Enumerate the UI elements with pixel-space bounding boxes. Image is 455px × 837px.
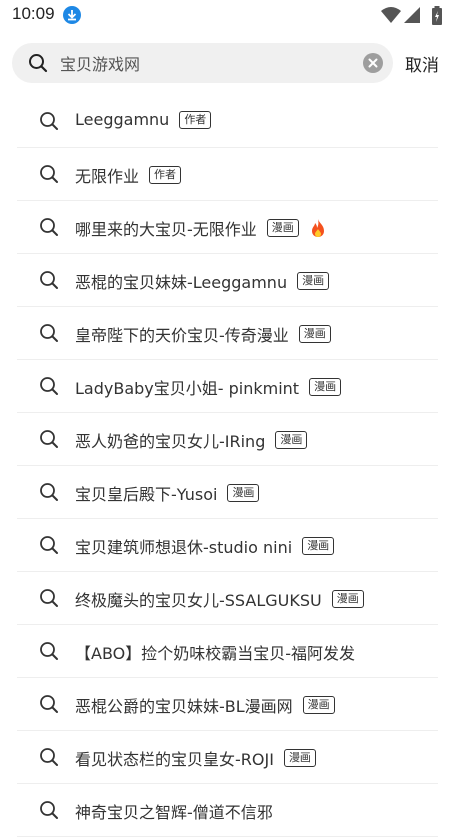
suggestion-text-wrap: 【ABO】捡个奶味校霸当宝贝-福阿发发 (75, 640, 355, 664)
status-time: 10:09 (12, 4, 55, 23)
search-icon (40, 218, 58, 236)
suggestion-item[interactable]: 无限作业 作者 (17, 148, 438, 201)
suggestion-text-wrap: 宝贝皇后殿下-Yusoi 漫画 (75, 481, 260, 505)
clear-search-button[interactable] (363, 53, 383, 73)
search-icon (40, 483, 58, 501)
download-icon (63, 6, 81, 24)
search-icon (40, 589, 58, 607)
suggestion-item[interactable]: 看见状态栏的宝贝皇女-ROJI 漫画 (17, 731, 438, 784)
suggestion-tag: 漫画 (297, 272, 330, 290)
search-icon (40, 801, 58, 819)
close-icon (368, 58, 378, 68)
suggestion-item[interactable]: 宝贝皇后殿下-Yusoi 漫画 (17, 466, 438, 519)
suggestion-text-wrap: 宝贝建筑师想退休-studio nini 漫画 (75, 534, 335, 558)
suggestion-tag: 漫画 (227, 484, 260, 502)
suggestion-text-wrap: LadyBaby宝贝小姐- pinkmint 漫画 (75, 375, 342, 399)
search-icon (40, 748, 58, 766)
suggestion-tag: 漫画 (298, 325, 331, 343)
search-icon (40, 271, 58, 289)
suggestion-label: 【ABO】捡个奶味校霸当宝贝-福阿发发 (75, 644, 356, 663)
suggestion-label: 哪里来的大宝贝-无限作业 (75, 220, 257, 239)
suggestion-tag: 漫画 (302, 696, 335, 714)
search-icon (40, 642, 58, 660)
fire-icon (311, 219, 324, 237)
suggestion-item[interactable]: 恶棍公爵的宝贝妹妹-BL漫画网 漫画 (17, 678, 438, 731)
suggestion-tag: 漫画 (309, 378, 342, 396)
wifi-icon (381, 7, 401, 23)
suggestion-item[interactable]: 宝贝建筑师想退休-studio nini 漫画 (17, 519, 438, 572)
search-box[interactable] (12, 43, 393, 83)
search-icon (40, 324, 58, 342)
suggestion-label: 看见状态栏的宝贝皇女-ROJI (75, 750, 274, 769)
cancel-button[interactable]: 取消 (405, 51, 439, 76)
suggestion-item[interactable]: 皇帝陛下的天价宝贝-传奇漫业 漫画 (17, 307, 438, 360)
search-icon (40, 165, 58, 183)
suggestion-text-wrap: 神奇宝贝之智辉-僧道不信邪 (75, 799, 273, 823)
suggestion-label: 宝贝建筑师想退休-studio nini (75, 538, 293, 557)
suggestion-text-wrap: 皇帝陛下的天价宝贝-传奇漫业 漫画 (75, 322, 331, 346)
suggestion-tag: 漫画 (275, 431, 308, 449)
suggestion-tag: 漫画 (283, 749, 316, 767)
suggestion-item[interactable]: 哪里来的大宝贝-无限作业 漫画 (17, 201, 438, 254)
suggestion-item[interactable]: 【ABO】捡个奶味校霸当宝贝-福阿发发 (17, 625, 438, 678)
search-icon (40, 695, 58, 713)
suggestion-label: 恶人奶爸的宝贝女儿-IRing (75, 432, 266, 451)
suggestion-item[interactable]: 恶棍的宝贝妹妹-Leeggamnu 漫画 (17, 254, 438, 307)
suggestion-tag: 漫画 (331, 590, 364, 608)
suggestion-tag: 作者 (149, 166, 182, 184)
search-bar: 取消 (0, 40, 455, 88)
suggestion-list: Leeggamnu 作者 无限作业 作者 哪里来的大宝贝-无限作业 漫画 恶棍的宝贝妹妹-L… (0, 95, 455, 837)
status-bar: 10:09 (0, 0, 455, 32)
suggestion-item[interactable]: 神奇宝贝之智辉-僧道不信邪 (17, 784, 438, 837)
suggestion-label: 无限作业 (75, 167, 140, 186)
suggestion-item[interactable]: 终极魔头的宝贝女儿-SSALGUKSU 漫画 (17, 572, 438, 625)
suggestion-label: 宝贝皇后殿下-Yusoi (75, 485, 218, 504)
search-icon (40, 536, 58, 554)
suggestion-tag: 漫画 (266, 219, 299, 237)
search-icon (40, 377, 58, 395)
suggestion-text-wrap: 哪里来的大宝贝-无限作业 漫画 (75, 216, 327, 240)
suggestion-label: 恶棍的宝贝妹妹-Leeggamnu (75, 273, 288, 292)
suggestion-text-wrap: 恶人奶爸的宝贝女儿-IRing 漫画 (75, 428, 308, 452)
search-input[interactable] (60, 43, 360, 83)
search-icon (29, 54, 48, 73)
suggestion-label: 终极魔头的宝贝女儿-SSALGUKSU (75, 591, 322, 610)
suggestion-label: LadyBaby宝贝小姐- pinkmint (75, 379, 300, 398)
suggestion-item[interactable]: 恶人奶爸的宝贝女儿-IRing 漫画 (17, 413, 438, 466)
suggestion-item[interactable]: LadyBaby宝贝小姐- pinkmint 漫画 (17, 360, 438, 413)
suggestion-text-wrap: 恶棍的宝贝妹妹-Leeggamnu 漫画 (75, 269, 330, 293)
suggestion-text-wrap: 终极魔头的宝贝女儿-SSALGUKSU 漫画 (75, 587, 364, 611)
suggestion-item[interactable]: Leeggamnu 作者 (17, 95, 438, 148)
suggestion-text-wrap: 恶棍公爵的宝贝妹妹-BL漫画网 漫画 (75, 693, 335, 717)
search-icon (40, 430, 58, 448)
suggestion-label: 神奇宝贝之智辉-僧道不信邪 (75, 803, 273, 822)
suggestion-label: Leeggamnu (75, 110, 170, 129)
signal-icon (404, 7, 420, 23)
suggestion-text-wrap: Leeggamnu 作者 (75, 110, 212, 129)
suggestion-label: 皇帝陛下的天价宝贝-传奇漫业 (75, 326, 289, 345)
suggestion-text-wrap: 无限作业 作者 (75, 163, 182, 187)
suggestion-text-wrap: 看见状态栏的宝贝皇女-ROJI 漫画 (75, 746, 316, 770)
suggestion-tag: 漫画 (302, 537, 335, 555)
suggestion-label: 恶棍公爵的宝贝妹妹-BL漫画网 (75, 697, 293, 716)
battery-icon (432, 6, 442, 25)
search-icon (40, 112, 58, 130)
suggestion-tag: 作者 (179, 110, 212, 129)
